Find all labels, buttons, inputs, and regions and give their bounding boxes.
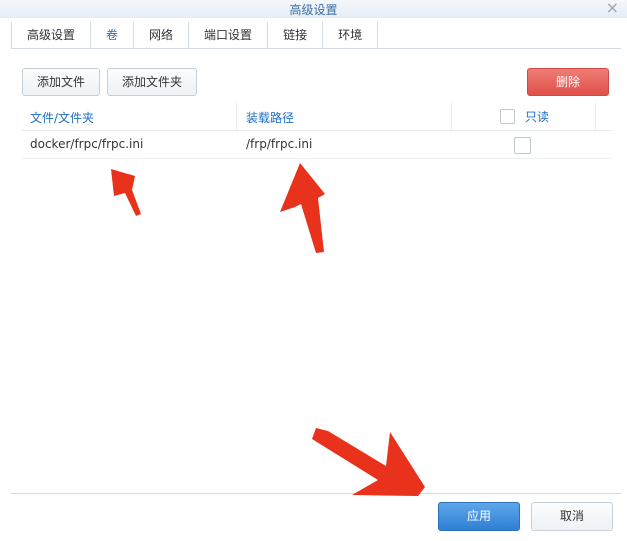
annotation-overlay [111, 163, 425, 496]
annotation-arrow-icon [280, 163, 325, 253]
annotation-arrow-icon [312, 428, 425, 496]
annotation-arrow-icon [111, 169, 141, 216]
